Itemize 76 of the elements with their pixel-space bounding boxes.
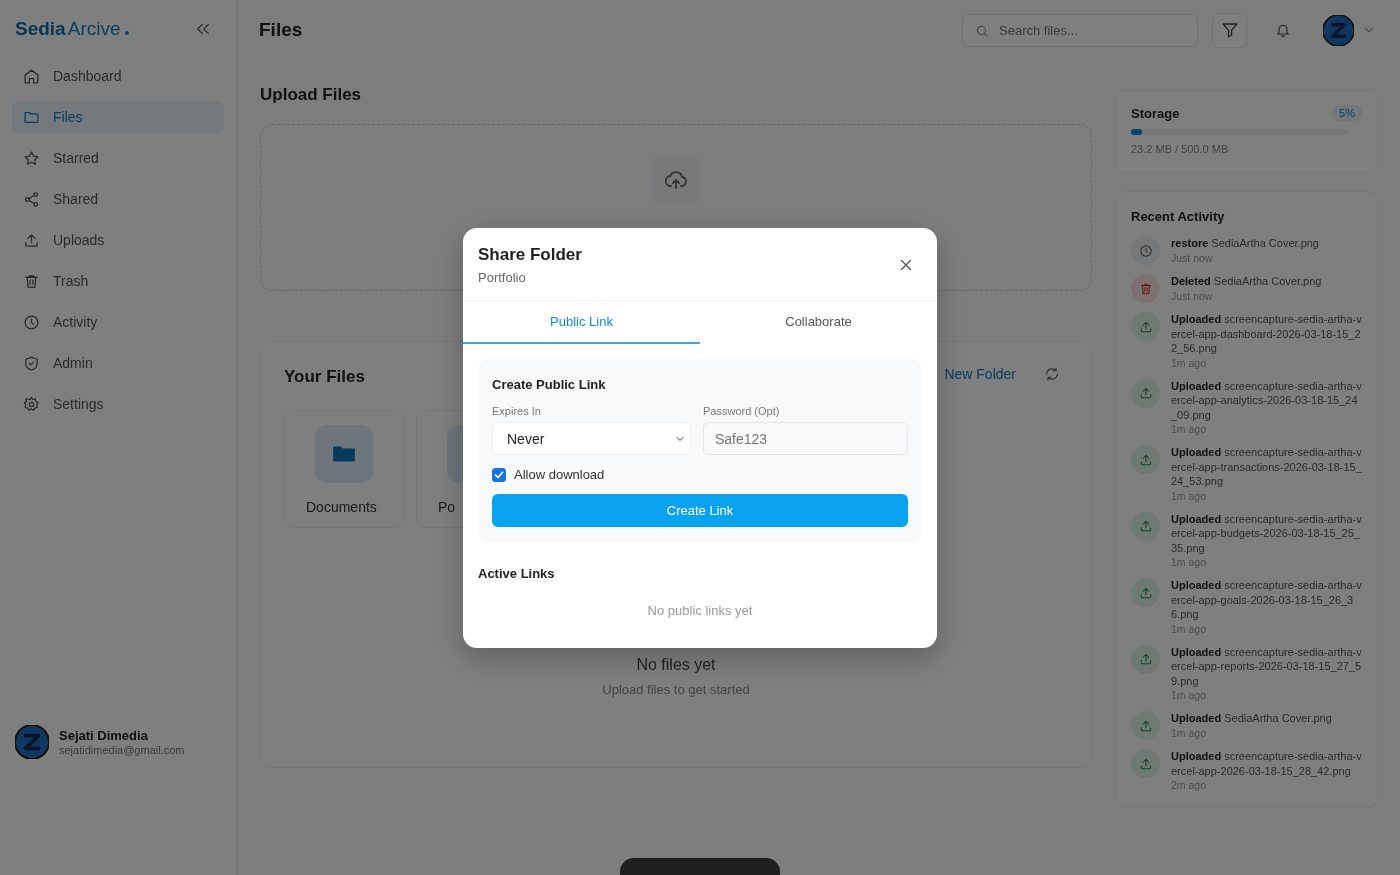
nav-item[interactable]: Dashboard	[12, 60, 224, 92]
nav-item[interactable]: Shared	[12, 183, 224, 215]
activity-text: Uploaded screencapture-sedia-artha-vercel-app-analytics-2026-03-18-15_24_09.png	[1171, 378, 1362, 422]
dialog-title: Share Folder	[478, 245, 582, 265]
upload-cloud-icon	[651, 155, 701, 205]
upload-icon	[1131, 445, 1160, 474]
create-link-button[interactable]: Create Link	[492, 494, 908, 527]
user-email: sejatidimedia@gmail.com	[59, 744, 185, 756]
field-label: Password (Opt)	[703, 405, 781, 417]
folder-name: Documents	[306, 499, 378, 515]
upload-icon	[23, 231, 40, 249]
shield-icon	[23, 354, 40, 372]
user-avatar[interactable]	[1323, 14, 1354, 46]
search-field[interactable]: Search files...	[962, 13, 1198, 47]
panel-title: Create Public Link	[492, 377, 607, 392]
empty-title: No files yet	[636, 656, 716, 674]
nav-item[interactable]: Admin	[12, 347, 224, 379]
upload-icon	[1131, 511, 1160, 541]
page-title: Files	[259, 19, 303, 41]
upload-icon	[1131, 711, 1160, 740]
section-title: Upload Files	[260, 85, 363, 105]
empty-hint: Upload files to get started	[602, 682, 750, 697]
activity-text: Deleted SediaArtha Cover.png	[1171, 274, 1323, 289]
nav-item[interactable]: Files	[12, 101, 224, 133]
activity-text: Uploaded screencapture-sedia-artha-vercel-app-dashboard-2026-03-18-15_22_56.png	[1171, 312, 1362, 356]
activity-text: Uploaded screencapture-sedia-artha-vercel-app-budgets-2026-03-18-15_25_35.png	[1171, 511, 1362, 555]
checkbox[interactable]	[492, 467, 506, 482]
card-title: Storage	[1131, 105, 1180, 121]
activity-text: Uploaded screencapture-sedia-artha-vercel-app-goals-2026-03-18-15_26_36.png	[1171, 578, 1362, 622]
filter-button[interactable]	[1212, 12, 1247, 48]
folder-card[interactable]: Documents	[284, 410, 404, 528]
empty-message: No public links yet	[647, 603, 753, 618]
expires-select[interactable]: Never	[492, 422, 691, 455]
new-folder-link[interactable]: New Folder	[944, 366, 1016, 382]
activity-text: Uploaded screencapture-sedia-artha-vercel-app-transactions-2026-03-18-15_24_53.png	[1171, 445, 1362, 489]
nav-item[interactable]: Starred	[12, 142, 224, 174]
user-name: Sejati Dimedia	[59, 728, 149, 743]
folder-name: Po	[438, 499, 457, 515]
tab[interactable]: Public Link	[463, 301, 700, 344]
app-logo: SediaArcive	[15, 18, 129, 40]
upload-icon	[1131, 644, 1160, 674]
gear-icon	[23, 395, 40, 413]
nav-item[interactable]: Settings	[12, 388, 224, 420]
activity-text: Uploaded SediaArtha Cover.png	[1171, 711, 1333, 726]
refresh-icon[interactable]	[1044, 366, 1060, 382]
section-title: Active Links	[478, 566, 556, 581]
password-field[interactable]: Safe123	[703, 422, 908, 455]
activity-text: Uploaded screencapture-sedia-artha-vercel-app-2026-03-18-15_28_42.png	[1171, 749, 1362, 778]
upload-icon	[1131, 378, 1160, 408]
dialog-subtitle: Portfolio	[478, 270, 527, 285]
trash-icon	[23, 272, 40, 290]
percent-badge: 5%	[1332, 105, 1362, 121]
share-icon	[23, 190, 40, 208]
section-title: Your Files	[284, 367, 365, 387]
clock-icon	[1131, 236, 1160, 265]
trash-icon	[1131, 274, 1160, 303]
notification-icon[interactable]	[1275, 22, 1291, 38]
filter-icon	[1220, 21, 1239, 39]
user-avatar[interactable]	[15, 725, 49, 759]
storage-usage: 23.2 MB / 500.0 MB	[1131, 143, 1230, 155]
field-label: Expires In	[492, 405, 542, 417]
checkbox-label: Allow download	[514, 467, 605, 482]
search-icon	[975, 23, 989, 38]
activity-text: Uploaded screencapture-sedia-artha-vercel-app-reports-2026-03-18-15_27_59.png	[1171, 644, 1362, 688]
upload-icon	[1131, 312, 1160, 341]
card-title: Recent Activity	[1131, 209, 1226, 224]
nav-item[interactable]: Uploads	[12, 224, 224, 256]
activity-text: restore SediaArtha Cover.png	[1171, 236, 1320, 251]
upload-icon	[1131, 578, 1160, 607]
clock-icon	[23, 313, 40, 331]
star-icon	[23, 149, 40, 167]
nav-item[interactable]: Activity	[12, 306, 224, 338]
home-icon	[23, 67, 40, 85]
nav-item[interactable]: Trash	[12, 265, 224, 297]
upload-icon	[1131, 749, 1160, 778]
folder-icon	[315, 425, 373, 483]
